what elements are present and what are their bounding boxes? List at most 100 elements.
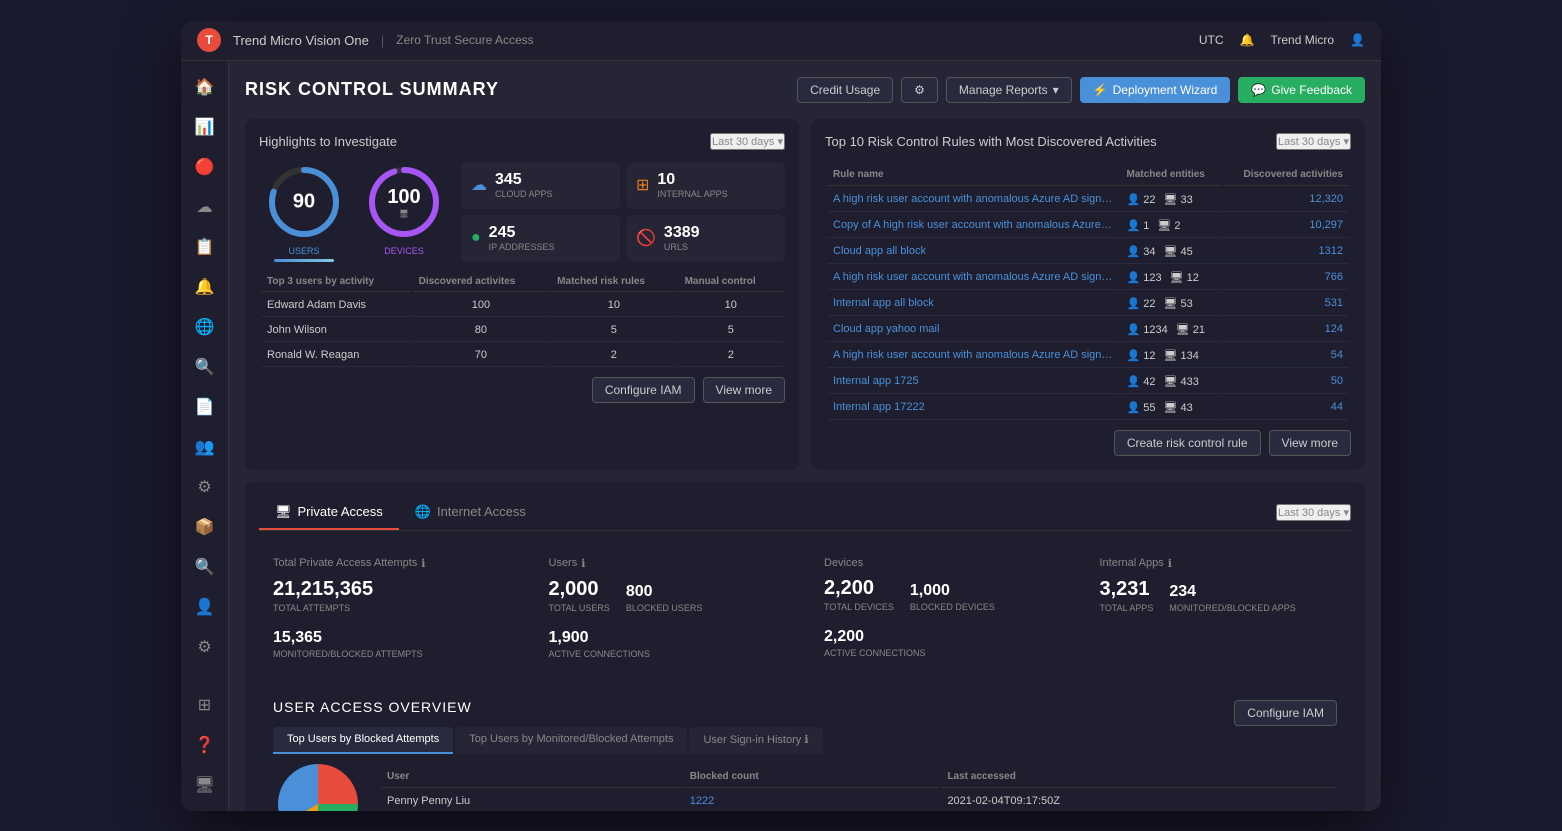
ua-pie-chart: ● Penny Liu <box>273 764 363 811</box>
credit-usage-button[interactable]: Credit Usage <box>797 77 893 103</box>
discovered-count[interactable]: 10,297 <box>1224 214 1349 238</box>
sidebar-icon-search2[interactable]: 🔍 <box>187 549 223 585</box>
ua-table-row: Penny Penny Liu 1222 2021-02-04T09:17:50… <box>381 790 1335 811</box>
rule-name[interactable]: Copy of A high risk user account with an… <box>827 214 1119 238</box>
internal-apps-stats-card: Internal Apps ℹ 3,231 TOTAL APPS 234 MON… <box>1086 543 1352 673</box>
sidebar-icon-reports[interactable]: 📄 <box>187 389 223 425</box>
ua-tab-signin[interactable]: User Sign-in History ℹ <box>689 727 822 754</box>
rule-name[interactable]: Cloud app yahoo mail <box>827 318 1119 342</box>
notification-bell[interactable]: 🔔 <box>1240 33 1255 47</box>
sidebar-icon-home[interactable]: 🏠 <box>187 69 223 105</box>
give-feedback-button[interactable]: 💬 Give Feedback <box>1238 77 1365 103</box>
risk-table-row: A high risk user account with anomalous … <box>827 344 1349 368</box>
risk-table-row: Cloud app yahoo mail 👤 1234 🖥 21 124 <box>827 318 1349 342</box>
highlights-view-more-button[interactable]: View more <box>703 377 785 403</box>
rule-name[interactable]: Internal app 1725 <box>827 370 1119 394</box>
internal-apps-value: 10 <box>657 171 727 189</box>
rule-name[interactable]: A high risk user account with anomalous … <box>827 266 1119 290</box>
ip-addresses-info: 245 IP ADDRESSES <box>489 224 555 252</box>
users-stats-values: 2,000 TOTAL USERS 800 BLOCKED USERS 1,90… <box>549 578 787 659</box>
internal-apps-stats-header: Internal Apps ℹ <box>1100 557 1338 570</box>
rule-name[interactable]: Internal app 17222 <box>827 396 1119 420</box>
user-avatar[interactable]: 👤 <box>1350 33 1365 47</box>
ua-tab-blocked[interactable]: Top Users by Blocked Attempts <box>273 727 453 754</box>
utc-button[interactable]: UTC <box>1199 33 1224 47</box>
access-date-filter[interactable]: Last 30 days ▾ <box>1276 504 1351 521</box>
total-devices-stat: 2,200 TOTAL DEVICES <box>824 577 894 612</box>
risk-table-row: A high risk user account with anomalous … <box>827 266 1349 290</box>
internet-access-tab[interactable]: 🌐 Internet Access <box>399 496 542 530</box>
risk-rules-card: Top 10 Risk Control Rules with Most Disc… <box>811 119 1365 470</box>
sidebar-icon-list[interactable]: 📋 <box>187 229 223 265</box>
app-title: Trend Micro Vision One <box>233 33 369 48</box>
private-access-icon: 🖥 <box>275 504 292 520</box>
sidebar: 🏠 📊 🔴 ☁ 📋 🔔 🌐 🔍 📄 👥 ⚙ 📦 🔍 👤 ⚙ ⊞ ❓ 🖥 <box>181 61 229 811</box>
sidebar-icon-network[interactable]: 🌐 <box>187 309 223 345</box>
discovered-count[interactable]: 124 <box>1224 318 1349 342</box>
devices-gauge-circle: 100 🖥 <box>364 162 444 242</box>
sidebar-icon-packages[interactable]: 📦 <box>187 509 223 545</box>
risk-rules-date-filter[interactable]: Last 30 days ▾ <box>1276 133 1351 150</box>
table-row: John Wilson 80 5 5 <box>261 319 783 342</box>
ua-header: USER ACCESS OVERVIEW Configure IAM <box>273 699 1337 727</box>
discovered-count[interactable]: 766 <box>1224 266 1349 290</box>
total-attempts-big: 21,215,365 TOTAL ATTEMPTS <box>273 578 373 613</box>
discovered-count[interactable]: 54 <box>1224 344 1349 368</box>
active-conn-devices-stat: 2,200 ACTIVE CONNECTIONS <box>824 628 926 658</box>
sidebar-icon-user[interactable]: 👤 <box>187 589 223 625</box>
sidebar-icon-dashboard[interactable]: 📊 <box>187 109 223 145</box>
configure-iam-button[interactable]: Configure IAM <box>592 377 695 403</box>
table-row: Ronald W. Reagan 70 2 2 <box>261 344 783 367</box>
matched-entities: 👤 12 🖥 134 <box>1121 344 1222 368</box>
urls-label: URLS <box>664 242 700 252</box>
sidebar-icon-search[interactable]: 🔍 <box>187 349 223 385</box>
rule-name[interactable]: A high risk user account with anomalous … <box>827 188 1119 212</box>
sidebar-icon-terminal[interactable]: 🖥 <box>187 767 223 803</box>
matched-count: 10 <box>551 294 676 317</box>
users-gauge-bar <box>274 259 334 262</box>
highlights-table-actions: Configure IAM View more <box>259 377 785 403</box>
settings-button[interactable]: ⚙ <box>901 77 938 103</box>
rule-name[interactable]: Internal app all block <box>827 292 1119 316</box>
ua-tab-monitored[interactable]: Top Users by Monitored/Blocked Attempts <box>455 727 687 754</box>
devices-gauge-content: 100 🖥 <box>387 186 420 218</box>
sidebar-icon-alerts[interactable]: 🔔 <box>187 269 223 305</box>
discovered-count[interactable]: 531 <box>1224 292 1349 316</box>
bottom-section: 🖥 Private Access 🌐 Internet Access Last … <box>245 482 1365 811</box>
ip-addresses-icon: ● <box>471 229 481 247</box>
deployment-wizard-button[interactable]: ⚡ Deployment Wizard <box>1080 77 1231 103</box>
discovered-count[interactable]: 1312 <box>1224 240 1349 264</box>
rule-name[interactable]: A high risk user account with anomalous … <box>827 344 1119 368</box>
col-user-activity: Top 3 users by activity <box>261 272 411 292</box>
ua-col-user: User <box>381 766 682 788</box>
user-name: Ronald W. Reagan <box>261 344 411 367</box>
users-gauge: 90 USERS <box>259 162 349 262</box>
total-attempts-values: 21,215,365 TOTAL ATTEMPTS 15,365 MONITOR… <box>273 578 511 659</box>
rule-name[interactable]: Cloud app all block <box>827 240 1119 264</box>
private-access-tab[interactable]: 🖥 Private Access <box>259 496 399 530</box>
discovered-count[interactable]: 44 <box>1224 396 1349 420</box>
manage-reports-button[interactable]: Manage Reports ▾ <box>946 77 1072 103</box>
col-discovered: Discovered activites <box>413 272 550 292</box>
access-card: 🖥 Private Access 🌐 Internet Access Last … <box>245 482 1365 811</box>
sidebar-icon-help[interactable]: ❓ <box>187 727 223 763</box>
highlights-header: Highlights to Investigate Last 30 days ▾ <box>259 133 785 150</box>
discovered-count[interactable]: 12,320 <box>1224 188 1349 212</box>
sidebar-icon-cloud[interactable]: ☁ <box>187 189 223 225</box>
ua-configure-iam-button[interactable]: Configure IAM <box>1234 700 1337 726</box>
highlights-date-filter[interactable]: Last 30 days ▾ <box>710 133 785 150</box>
sidebar-icon-grid[interactable]: ⊞ <box>187 687 223 723</box>
internal-apps-label: INTERNAL APPS <box>657 189 727 199</box>
risk-table-row: Internal app 17222 👤 55 🖥 43 44 <box>827 396 1349 420</box>
discovered-count[interactable]: 50 <box>1224 370 1349 394</box>
ua-tabs: Top Users by Blocked Attempts Top Users … <box>273 727 825 754</box>
total-apps-stat: 3,231 TOTAL APPS <box>1100 578 1154 613</box>
risk-table-row: Cloud app all block 👤 34 🖥 45 1312 <box>827 240 1349 264</box>
create-rule-button[interactable]: Create risk control rule <box>1114 430 1261 456</box>
sidebar-icon-config[interactable]: ⚙ <box>187 629 223 665</box>
risk-view-more-button[interactable]: View more <box>1269 430 1351 456</box>
urls-info: 3389 URLS <box>664 224 700 252</box>
sidebar-icon-users[interactable]: 👥 <box>187 429 223 465</box>
sidebar-icon-risk[interactable]: 🔴 <box>187 149 223 185</box>
sidebar-icon-settings[interactable]: ⚙ <box>187 469 223 505</box>
